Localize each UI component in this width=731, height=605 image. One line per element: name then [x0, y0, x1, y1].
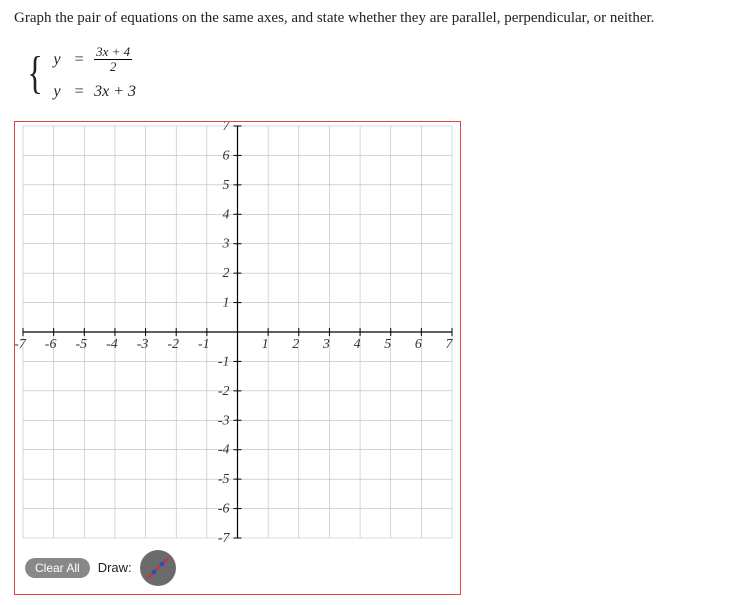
svg-text:2: 2	[292, 337, 299, 352]
clear-all-button[interactable]: Clear All	[25, 558, 90, 578]
svg-text:-5: -5	[218, 472, 230, 487]
svg-text:-3: -3	[218, 413, 230, 428]
svg-text:-7: -7	[218, 531, 231, 542]
svg-text:3: 3	[222, 236, 230, 251]
eq1-frac: 3x + 4 2	[94, 45, 132, 75]
svg-text:-1: -1	[218, 354, 230, 369]
svg-text:1: 1	[262, 337, 269, 352]
line-tool-button[interactable]	[140, 550, 176, 586]
svg-text:2: 2	[223, 266, 230, 281]
svg-text:-6: -6	[45, 337, 57, 352]
equation-system: { y = 3x + 4 2 y = 3x + 3	[24, 45, 717, 101]
svg-text:-5: -5	[75, 337, 87, 352]
left-brace: {	[27, 50, 42, 96]
eq2-rhs: 3x + 3	[94, 83, 136, 101]
svg-text:3: 3	[322, 337, 330, 352]
eq1-equals: =	[64, 51, 94, 69]
coordinate-plane: -7 -6 -5 -4 -3 -2 -1 1 2 3 4 5 6 7 -7 -6 -5 -4 -3 -2 -1 1 2 3 4 5…	[15, 122, 460, 542]
graph-controls: Clear All Draw:	[15, 542, 460, 594]
svg-text:6: 6	[415, 337, 422, 352]
svg-text:-1: -1	[198, 337, 210, 352]
graph-container: -7 -6 -5 -4 -3 -2 -1 1 2 3 4 5 6 7 -7 -6 -5 -4 -3 -2 -1 1 2 3 4 5…	[14, 121, 461, 595]
svg-text:4: 4	[223, 207, 230, 222]
graph-canvas[interactable]: -7 -6 -5 -4 -3 -2 -1 1 2 3 4 5 6 7 -7 -6 -5 -4 -3 -2 -1 1 2 3 4 5…	[15, 122, 460, 542]
equation-2: y = 3x + 3	[50, 83, 136, 101]
svg-text:7: 7	[446, 337, 454, 352]
svg-text:-4: -4	[106, 337, 118, 352]
eq1-numerator: 3x + 4	[94, 45, 132, 60]
eq1-denominator: 2	[108, 60, 119, 74]
draw-label: Draw:	[98, 560, 132, 575]
eq1-lhs: y	[50, 51, 64, 69]
instruction-text: Graph the pair of equations on the same …	[14, 10, 717, 27]
eq2-equals: =	[64, 83, 94, 101]
svg-text:-6: -6	[218, 501, 230, 516]
eq2-lhs: y	[50, 83, 64, 101]
svg-text:-2: -2	[218, 383, 230, 398]
svg-text:4: 4	[354, 337, 361, 352]
svg-text:5: 5	[384, 337, 391, 352]
svg-text:-3: -3	[137, 337, 149, 352]
line-tool-icon	[143, 553, 173, 583]
svg-text:-2: -2	[167, 337, 179, 352]
svg-text:1: 1	[223, 295, 230, 310]
svg-text:5: 5	[223, 177, 230, 192]
svg-text:-4: -4	[218, 442, 230, 457]
svg-text:6: 6	[223, 148, 230, 163]
svg-text:-7: -7	[15, 337, 27, 352]
svg-text:7: 7	[223, 122, 231, 134]
equation-1: y = 3x + 4 2	[50, 45, 136, 75]
